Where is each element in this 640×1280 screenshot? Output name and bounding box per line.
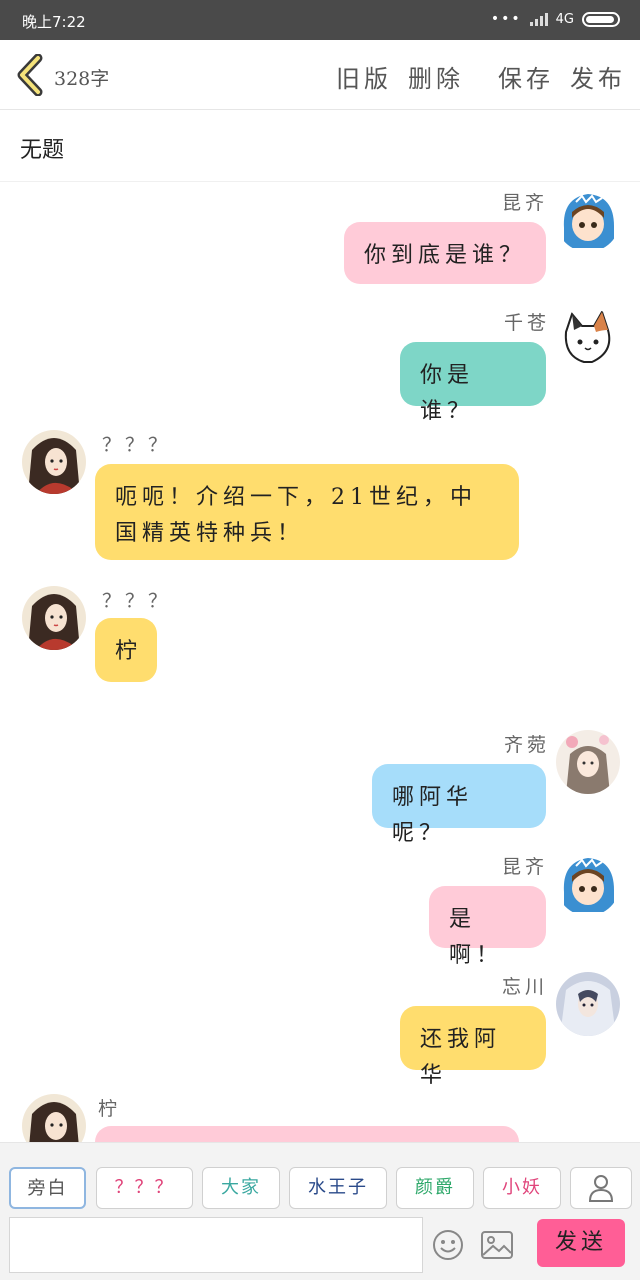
speaker-name: 忘川 xyxy=(502,976,549,998)
signal-icon xyxy=(529,12,548,26)
message-bubble[interactable]: 你是谁？ xyxy=(400,342,546,424)
speaker-name: ？？？ xyxy=(102,434,172,456)
top-toolbar: 328字 旧版 删除 保存 发布 xyxy=(0,40,640,110)
character-chip-unknown[interactable]: ？？？ xyxy=(96,1167,193,1209)
character-chip-xiaoyao[interactable]: 小妖 xyxy=(483,1167,561,1209)
character-chip-narrator[interactable]: 旁白 xyxy=(9,1167,86,1209)
message-bubble[interactable]: 你到底是谁？ xyxy=(344,222,546,284)
ancient-girl-avatar-icon xyxy=(22,430,86,494)
avatar[interactable] xyxy=(22,586,86,650)
message-bubble[interactable]: 还我阿华 xyxy=(400,1006,546,1088)
calico-cat-avatar-icon xyxy=(556,308,620,372)
white-hair-man-avatar-icon xyxy=(556,972,620,1036)
message-bubble[interactable]: 呃呃！介绍一下，21世纪，中国精英特种兵！ xyxy=(95,464,519,560)
avatar[interactable] xyxy=(556,972,620,1036)
character-chip-add[interactable] xyxy=(570,1167,632,1209)
story-title: 无题 xyxy=(20,138,65,163)
emoji-icon[interactable] xyxy=(432,1229,464,1261)
avatar[interactable] xyxy=(556,730,620,794)
message-input[interactable] xyxy=(9,1217,423,1273)
speaker-name: 千苍 xyxy=(504,312,551,334)
avatar[interactable] xyxy=(556,852,620,916)
title-row[interactable]: 无题 xyxy=(0,110,640,182)
ancient-girl-avatar-icon xyxy=(22,586,86,650)
publish-button[interactable]: 发布 xyxy=(570,59,626,94)
speaker-name: 柠 xyxy=(98,1098,122,1120)
message-bubble[interactable]: 柠 xyxy=(95,618,157,682)
word-count: 328字 xyxy=(54,68,110,90)
old-version-button[interactable]: 旧版 xyxy=(336,59,392,94)
status-bar: 晚上7:22 ••• 4G xyxy=(0,0,640,40)
more-dots-icon: ••• xyxy=(490,11,522,27)
status-time: 晚上7:22 xyxy=(22,13,86,31)
back-chevron-icon[interactable] xyxy=(14,54,46,96)
avatar[interactable] xyxy=(556,308,620,372)
blue-shark-hood-avatar-icon xyxy=(556,188,620,252)
status-icons: ••• 4G xyxy=(491,11,620,27)
speaker-name: 昆齐 xyxy=(502,192,549,214)
avatar[interactable] xyxy=(22,430,86,494)
person-icon xyxy=(588,1175,614,1202)
image-icon[interactable] xyxy=(481,1231,513,1259)
flower-girl-avatar-icon xyxy=(556,730,620,794)
speaker-name: 昆齐 xyxy=(502,856,549,878)
speaker-name: ？？？ xyxy=(102,590,172,612)
delete-button[interactable]: 删除 xyxy=(408,59,464,94)
battery-icon xyxy=(582,11,620,27)
network-label: 4G xyxy=(555,11,574,27)
avatar[interactable] xyxy=(556,188,620,252)
character-chip-yanjue[interactable]: 颜爵 xyxy=(396,1167,474,1209)
character-chip-water-prince[interactable]: 水王子 xyxy=(289,1167,387,1209)
save-button[interactable]: 保存 xyxy=(498,59,554,94)
blue-shark-hood-avatar-icon xyxy=(556,852,620,916)
message-bubble[interactable]: 哪阿华呢？ xyxy=(372,764,546,846)
message-bubble[interactable]: 是啊！ xyxy=(429,886,546,968)
compose-panel: 旁白 ？？？ 大家 水王子 颜爵 小妖 发送 xyxy=(0,1142,640,1280)
send-button[interactable]: 发送 xyxy=(537,1219,625,1267)
character-chip-everyone[interactable]: 大家 xyxy=(202,1167,280,1209)
speaker-name: 齐菀 xyxy=(504,734,551,756)
